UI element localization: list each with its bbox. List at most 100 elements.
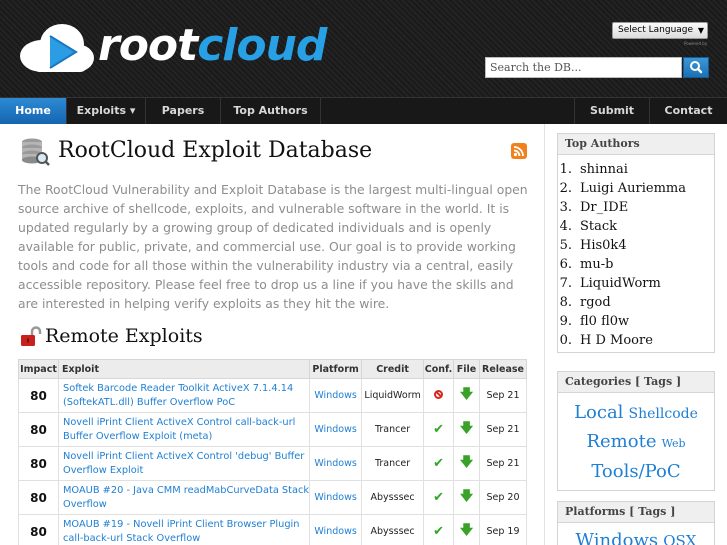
col-platform[interactable]: Platform [309,359,363,379]
platform-link[interactable]: Windows [309,446,363,481]
tag-web[interactable]: Web [662,437,686,450]
verified-check-icon: ✔ [433,490,444,505]
main-nav: Home Exploits ▾ Papers Top Authors Submi… [0,97,727,124]
tag-windows[interactable]: Windows [576,530,659,545]
top-authors-heading: Top Authors [558,134,714,155]
verified-check-icon: ✔ [433,422,444,437]
conf-cell: ✔ [423,514,455,545]
credit-cell[interactable]: Trancer [361,412,425,447]
impact-cell: 80 [18,480,59,515]
tag-osx[interactable]: OSX [663,532,696,545]
language-select[interactable]: Select Language ▼ [612,22,708,39]
credit-cell[interactable]: Trancer [361,446,425,481]
rss-glyph [513,146,524,157]
table-row: 80 Softek Barcode Reader Toolkit ActiveX… [18,378,528,413]
section-title-remote-exploits: Remote Exploits [45,325,203,347]
site-logo[interactable]: rootcloud [18,20,327,78]
site-wordmark: rootcloud [98,20,327,71]
tag-local[interactable]: Local [574,402,623,423]
col-file[interactable]: File [453,359,480,379]
impact-cell: 80 [18,378,59,413]
col-impact[interactable]: Impact [18,359,59,379]
site-header: rootcloud Select Language ▼ Powered by S… [0,0,727,97]
nav-exploits[interactable]: Exploits ▾ [67,98,146,124]
nav-papers[interactable]: Papers [146,98,221,124]
file-cell[interactable]: 🡇 [453,378,480,413]
conf-cell [423,378,455,413]
platform-link[interactable]: Windows [309,378,363,413]
col-credit[interactable]: Credit [361,359,425,379]
conf-cell: ✔ [423,412,455,447]
conf-cell: ✔ [423,480,455,515]
nav-home[interactable]: Home [0,98,67,124]
nav-submit[interactable]: Submit [574,98,649,124]
tag-tools-poc[interactable]: Tools/PoC [591,461,680,482]
exploit-link[interactable]: MOAUB #20 - Java CMM readMabCurveData St… [57,480,311,515]
database-search-icon [22,138,50,166]
file-cell[interactable]: 🡇 [453,514,480,545]
search-icon [690,61,703,74]
file-cell[interactable]: 🡇 [453,412,480,447]
categories-heading: Categories [ Tags ] [558,372,714,393]
download-arrow-icon[interactable]: 🡇 [460,421,473,436]
platform-link[interactable]: Windows [309,480,363,515]
list-item[interactable]: 5. His0k4 [558,236,714,255]
list-item[interactable]: 7. LiquidWorm [558,274,714,293]
credit-cell[interactable]: LiquidWorm [361,378,425,413]
search-input[interactable]: Search the DB... [485,57,682,78]
credit-cell[interactable]: Abysssec [361,480,425,515]
list-item[interactable]: 8. rgod [558,293,714,312]
list-item[interactable]: 0. H D Moore [558,331,714,350]
download-arrow-icon[interactable]: 🡇 [460,489,473,504]
powered-by-label: Powered by [684,41,708,46]
col-release[interactable]: Release [478,359,528,379]
platforms-box: Platforms [ Tags ] Windows OSX [557,501,715,545]
exploits-table: Impact Exploit Platform Credit Conf. Fil… [18,359,528,545]
download-arrow-icon[interactable]: 🡇 [460,523,473,538]
platforms-tag-cloud: Windows OSX [558,523,714,545]
conf-cell: ✔ [423,446,455,481]
exploit-link[interactable]: Softek Barcode Reader Toolkit ActiveX 7.… [57,378,311,413]
release-cell: Sep 21 [478,378,528,413]
top-authors-list: 1. shinnai 2. Luigi Auriemma 3. Dr_IDE 4. St… [558,155,714,350]
chevron-down-icon: ▼ [697,26,704,35]
file-cell[interactable]: 🡇 [453,446,480,481]
exploit-link[interactable]: Novell iPrint Client ActiveX Control 'de… [57,446,311,481]
release-cell: Sep 19 [478,514,528,545]
search-button[interactable] [683,57,709,78]
rss-icon[interactable] [511,143,527,159]
exploit-link[interactable]: Novell iPrint Client ActiveX Control cal… [57,412,311,447]
list-item[interactable]: 2. Luigi Auriemma [558,179,714,198]
intro-text: The RootCloud Vulnerability and Exploit … [18,182,528,311]
verified-check-icon: ✔ [433,456,444,471]
nav-contact[interactable]: Contact [649,98,727,124]
platform-link[interactable]: Windows [309,412,363,447]
impact-cell: 80 [18,514,59,545]
list-item[interactable]: 1. shinnai [558,160,714,179]
table-row: 80 Novell iPrint Client ActiveX Control … [18,412,528,447]
list-item[interactable]: 3. Dr_IDE [558,198,714,217]
platform-link[interactable]: Windows [309,514,363,545]
main-content: RootCloud Exploit Database The RootCloud… [0,124,545,545]
download-arrow-icon[interactable]: 🡇 [460,455,473,470]
nav-top-authors[interactable]: Top Authors [221,98,321,124]
list-item[interactable]: 9. fl0 fl0w [558,312,714,331]
not-verified-icon [434,389,444,399]
cloud-logo-icon [20,24,94,72]
categories-tag-cloud: Local Shellcode Remote Web Tools/PoC [558,393,714,486]
platforms-heading: Platforms [ Tags ] [558,502,714,523]
top-authors-box: Top Authors 1. shinnai 2. Luigi Auriemma 3… [557,133,715,353]
exploit-link[interactable]: MOAUB #19 - Novell iPrint Client Browser… [57,514,311,545]
table-row: 80 Novell iPrint Client ActiveX Control … [18,446,528,481]
tag-remote[interactable]: Remote [586,431,656,452]
tag-shellcode[interactable]: Shellcode [629,406,698,422]
credit-cell[interactable]: Abysssec [361,514,425,545]
col-conf[interactable]: Conf. [423,359,455,379]
col-exploit[interactable]: Exploit [57,359,311,379]
list-item[interactable]: 6. mu-b [558,255,714,274]
release-cell: Sep 20 [478,480,528,515]
download-arrow-icon[interactable]: 🡇 [460,387,473,402]
impact-cell: 80 [18,412,59,447]
file-cell[interactable]: 🡇 [453,480,480,515]
list-item[interactable]: 4. Stack [558,217,714,236]
